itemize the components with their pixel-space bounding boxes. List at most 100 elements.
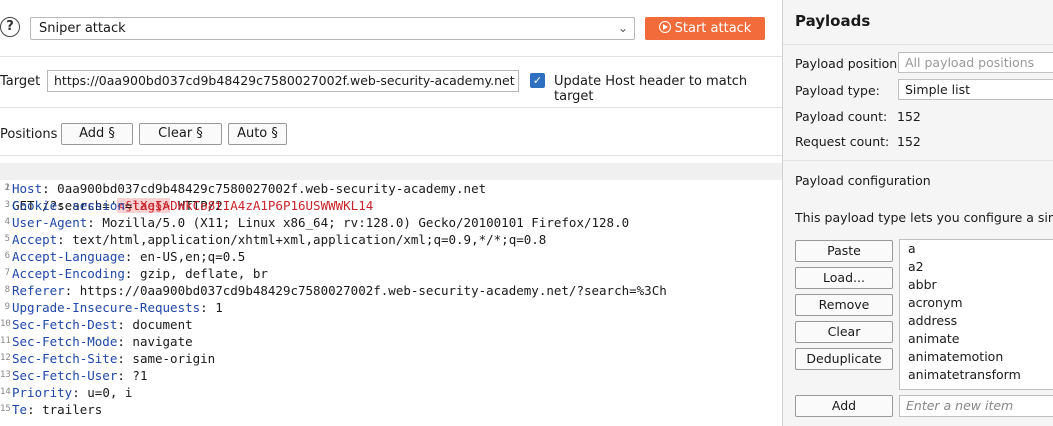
divider — [0, 155, 782, 156]
payload-configuration-description: This payload type lets you configure a s… — [795, 210, 1053, 225]
request-count-value: 152 — [897, 134, 921, 149]
header-name: Cookie — [12, 198, 58, 213]
start-attack-label: Start attack — [674, 21, 752, 36]
target-label: Target — [0, 74, 41, 89]
paste-button[interactable]: Paste — [795, 240, 893, 262]
payload-list[interactable]: a a2 abbr acronym address animate animatemotio… — [899, 239, 1053, 390]
payload-position-select[interactable]: All payload positions — [898, 52, 1053, 73]
play-icon — [658, 21, 671, 33]
payload-configuration-title: Payload configuration — [795, 173, 931, 188]
clear-markers-button[interactable]: Clear § — [139, 123, 222, 145]
divider — [0, 107, 782, 108]
request-header-line: 7 Accept-Encoding: gzip, deflate, br — [0, 265, 782, 282]
header-value: 1 — [215, 300, 223, 315]
payload-count-label: Payload count: — [795, 109, 888, 124]
request-header-line: 15 Te: trailers — [0, 402, 103, 417]
line-number: 15 — [0, 404, 11, 414]
request-header-line: 13 Sec-Fetch-User: ?1 — [0, 368, 148, 383]
line-number: 2 — [4, 183, 10, 193]
header-value: trailers — [42, 402, 103, 417]
header-name: Host — [12, 181, 43, 196]
header-value: Mozilla/5.0 (X11; Linux x86_64; rv:128.0… — [102, 215, 630, 230]
line-number: 5 — [4, 234, 10, 244]
line-number: 8 — [4, 285, 10, 295]
request-header-line: 12 Sec-Fetch-Site: same-origin — [0, 351, 216, 366]
remove-button[interactable]: Remove — [795, 294, 893, 316]
positions-label: Positions — [0, 127, 58, 142]
header-name: Referer — [12, 283, 65, 298]
update-host-checkbox[interactable]: ✓ — [530, 73, 545, 88]
header-value: gzip, deflate, br — [139, 266, 268, 281]
chevron-down-icon: ⌄ — [617, 21, 628, 35]
attack-type-value: Sniper attack — [39, 21, 126, 36]
update-host-label: Update Host header to match target — [554, 74, 748, 104]
request-header-line: 6 Accept-Language: en-US,en;q=0.5 — [0, 248, 782, 265]
header-value: text/html,application/xhtml+xml,applicat… — [72, 232, 547, 247]
request-header-line: 2 Host: 0aa900bd037cd9b48429c7580027002f.… — [0, 180, 782, 197]
payload-type-select[interactable]: Simple list — [898, 79, 1053, 100]
cookie-value: lXeIADWkCo8tIA4zA1P6P16USWWWKL14 — [132, 198, 374, 213]
attack-config-pane: ? Sniper attack ⌄ Start attack Target ht… — [0, 0, 782, 426]
request-count-label: Request count: — [795, 134, 890, 149]
clear-button[interactable]: Clear — [795, 321, 893, 343]
header-name: Sec-Fetch-User — [12, 368, 118, 383]
header-name: Sec-Fetch-Site — [12, 351, 118, 366]
add-item-button[interactable]: Add — [795, 395, 893, 417]
request-header-line: 8 Referer: https://0aa900bd037cd9b48429c7… — [0, 282, 782, 299]
payload-count-value: 152 — [897, 109, 921, 124]
payloads-pane: Payloads Payload position: All payload p… — [783, 0, 1053, 426]
new-item-input[interactable]: Enter a new item — [899, 395, 1053, 417]
payload-position-label: Payload position: — [795, 56, 902, 71]
payload-list-item[interactable]: a — [900, 240, 1053, 258]
payload-list-item[interactable]: a2 — [900, 258, 1053, 276]
line-number: 9 — [4, 302, 10, 312]
divider — [783, 160, 1053, 161]
request-editor[interactable]: 1 GET /?search='<§tag§> HTTP/2 2 Host: 0a… — [0, 163, 782, 426]
divider — [783, 44, 1053, 45]
target-url-input[interactable]: https://0aa900bd037cd9b48429c7580027002f… — [47, 70, 519, 92]
header-name: Priority — [12, 385, 73, 400]
header-name: Sec-Fetch-Mode — [12, 334, 118, 349]
request-header-line: 5 Accept: text/html,application/xhtml+xml… — [0, 231, 782, 248]
header-name: Accept-Language — [12, 249, 125, 264]
header-value: document — [132, 317, 193, 332]
add-marker-button[interactable]: Add § — [61, 123, 133, 145]
request-header-line: 9 Upgrade-Insecure-Requests: 1 — [0, 299, 782, 316]
header-value: en-US,en;q=0.5 — [139, 249, 246, 264]
help-icon[interactable]: ? — [0, 17, 20, 37]
request-header-line: 10 Sec-Fetch-Dest: document — [0, 317, 193, 332]
header-name: Accept — [12, 232, 58, 247]
line-number: 10 — [0, 319, 11, 329]
payload-list-item[interactable]: animatetransform — [900, 366, 1053, 384]
header-value: https://0aa900bd037cd9b48429c7580027002f… — [79, 283, 667, 298]
line-number: 7 — [4, 268, 10, 278]
line-number: 14 — [0, 387, 11, 397]
header-name: User-Agent — [12, 215, 88, 230]
payload-list-item[interactable]: address — [900, 312, 1053, 330]
header-name: Te — [12, 402, 28, 417]
line-number: 4 — [4, 217, 10, 227]
request-header-line: 3 Cookie: session=lXeIADWkCo8tIA4zA1P6P16… — [0, 197, 782, 214]
header-value: navigate — [132, 334, 193, 349]
payload-list-item[interactable]: animate — [900, 330, 1053, 348]
header-value: u=0, i — [87, 385, 133, 400]
load-button[interactable]: Load... — [795, 267, 893, 289]
header-name: Sec-Fetch-Dest — [12, 317, 118, 332]
payload-list-item[interactable]: acronym — [900, 294, 1053, 312]
start-attack-button[interactable]: Start attack — [645, 17, 765, 40]
header-name: Accept-Encoding — [12, 266, 125, 281]
payload-list-item[interactable]: animatemotion — [900, 348, 1053, 366]
deduplicate-button[interactable]: Deduplicate — [795, 348, 893, 370]
payload-list-item[interactable]: abbr — [900, 276, 1053, 294]
header-value: ?1 — [132, 368, 148, 383]
header-value: same-origin — [132, 351, 216, 366]
payloads-title: Payloads — [795, 12, 871, 30]
divider — [0, 56, 782, 57]
line-number: 6 — [4, 251, 10, 261]
request-header-line: 4 User-Agent: Mozilla/5.0 (X11; Linux x86… — [0, 214, 782, 231]
request-line: 1 GET /?search='<§tag§> HTTP/2 — [0, 163, 782, 213]
request-header-line: 11 Sec-Fetch-Mode: navigate — [0, 334, 193, 349]
attack-type-select[interactable]: Sniper attack ⌄ — [30, 17, 635, 40]
payload-type-label: Payload type: — [795, 83, 880, 98]
auto-markers-button[interactable]: Auto § — [228, 123, 287, 145]
